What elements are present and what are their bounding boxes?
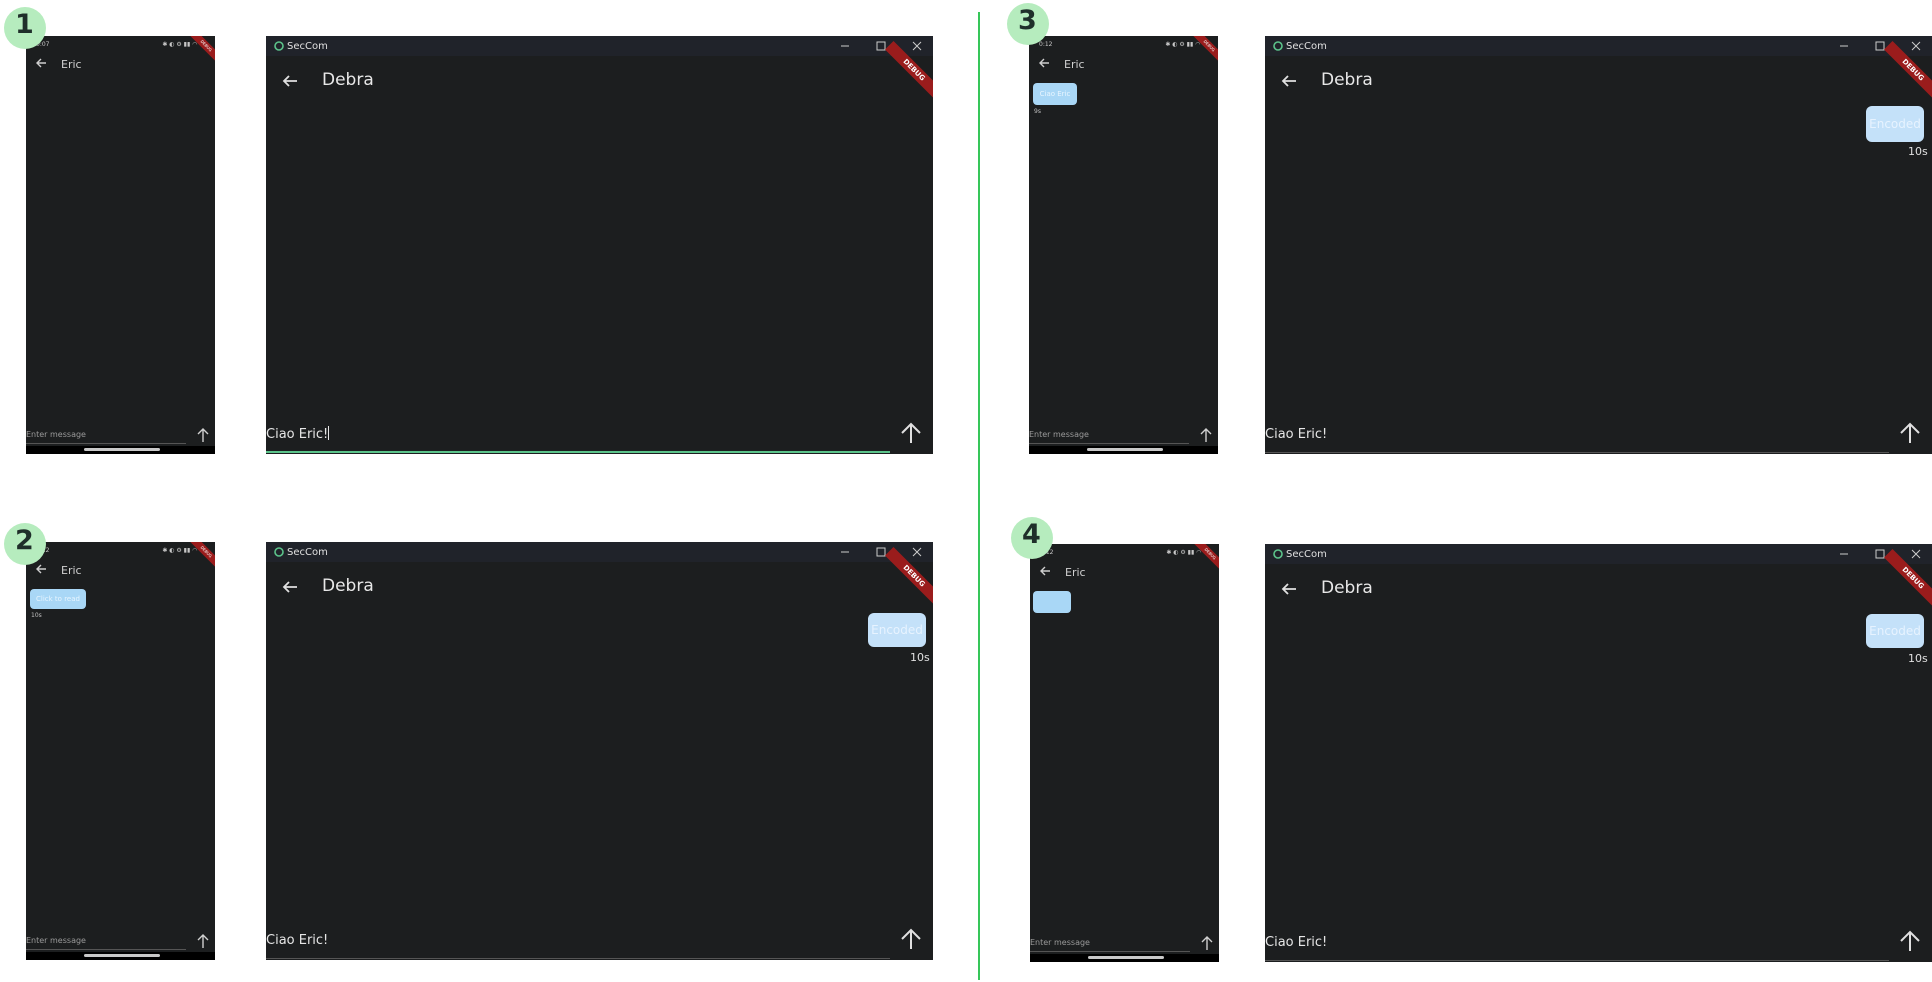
back-arrow-icon[interactable]: [280, 577, 300, 597]
desktop-window-1: SecCom Debra DEBUG Ciao Eric!: [266, 36, 933, 454]
message-input[interactable]: Ciao Eric!: [266, 426, 330, 442]
message-input[interactable]: Ciao Eric!: [1265, 935, 1327, 950]
phone-screen-4: 0:12 ✱ ◐ ⚙ ▮▮ ◠ ▭ Eric DEBUG Enter messa…: [1030, 544, 1219, 962]
input-underline: [26, 443, 186, 444]
message-timer: 9s: [1034, 108, 1041, 115]
minimize-icon[interactable]: [837, 38, 853, 54]
text-caret: [328, 426, 330, 440]
minimize-icon[interactable]: [1836, 38, 1852, 54]
desktop-window-4: SecCom Debra DEBUG Encoded 10s Ciao Eric…: [1265, 544, 1932, 962]
message-timer: 10s: [31, 612, 42, 619]
title-bar: SecCom: [1265, 544, 1932, 564]
send-arrow-icon[interactable]: [899, 421, 923, 445]
desktop-window-3: SecCom Debra DEBUG Encoded 10s Ciao Eric…: [1265, 36, 1932, 454]
contact-name: Eric: [1064, 58, 1085, 71]
home-indicator[interactable]: [84, 954, 160, 957]
back-arrow-icon[interactable]: [1279, 579, 1299, 599]
back-arrow-icon[interactable]: [1279, 71, 1299, 91]
back-arrow-icon[interactable]: [280, 71, 300, 91]
sent-message-bubble: Encoded: [1866, 106, 1924, 142]
seccom-logo-icon: [274, 41, 284, 51]
input-underline: [266, 958, 890, 959]
phone-screen-2: 0:12 ✱ ◐ ⚙ ▮▮ ◠ ▭ Eric DEBUG Click to re…: [26, 542, 215, 960]
home-indicator[interactable]: [1088, 956, 1164, 959]
app-name: SecCom: [287, 547, 328, 558]
send-arrow-icon[interactable]: [1199, 427, 1213, 443]
step-badge-4: 4: [1011, 517, 1053, 559]
message-timer: 10s: [1908, 145, 1928, 158]
received-message-bubble[interactable]: Click to read: [30, 589, 86, 609]
message-timer: 10s: [910, 651, 930, 664]
close-icon[interactable]: [1908, 38, 1924, 54]
send-arrow-icon[interactable]: [1898, 421, 1922, 445]
send-arrow-icon[interactable]: [1200, 935, 1214, 951]
contact-name: Debra: [1321, 70, 1373, 90]
send-arrow-icon[interactable]: [1898, 929, 1922, 953]
contact-name: Eric: [61, 564, 82, 577]
message-input[interactable]: Enter message: [1029, 430, 1089, 439]
message-input-text: Ciao Eric!: [266, 427, 329, 442]
title-bar: SecCom: [266, 36, 933, 56]
contact-name: Eric: [1065, 566, 1086, 579]
step-badge-1: 1: [4, 7, 46, 49]
input-underline: [1265, 452, 1889, 453]
home-indicator[interactable]: [1087, 448, 1163, 451]
back-arrow-icon[interactable]: [34, 562, 48, 576]
minimize-icon[interactable]: [1836, 546, 1852, 562]
panel-divider: [978, 12, 980, 980]
contact-name: Debra: [1321, 578, 1373, 598]
desktop-window-2: SecCom Debra DEBUG Encoded 10s Ciao Eric…: [266, 542, 933, 960]
send-arrow-icon[interactable]: [196, 427, 210, 443]
title-bar: SecCom: [266, 542, 933, 562]
sent-message-bubble: Encoded: [868, 613, 926, 647]
contact-name: Debra: [322, 70, 374, 90]
sent-message-bubble: Encoded: [1866, 614, 1924, 648]
phone-screen-3: 0:12 ✱ ◐ ⚙ ▮▮ ◠ ▭ Eric DEBUG Ciao Eric 9…: [1029, 36, 1218, 454]
message-input[interactable]: Enter message: [26, 430, 86, 439]
close-icon[interactable]: [1908, 546, 1924, 562]
input-underline: [1029, 443, 1189, 444]
home-indicator[interactable]: [84, 448, 160, 451]
message-input[interactable]: Enter message: [26, 936, 86, 945]
send-arrow-icon[interactable]: [899, 927, 923, 951]
seccom-logo-icon: [1273, 41, 1283, 51]
received-message-bubble[interactable]: Ciao Eric: [1033, 83, 1077, 105]
back-arrow-icon[interactable]: [1037, 56, 1051, 70]
close-icon[interactable]: [909, 544, 925, 560]
send-arrow-icon[interactable]: [196, 933, 210, 949]
phone-screen-1: 0:07 ✱ ◐ ⚙ ▮▮ ◠ ▭ Eric DEBUG Enter messa…: [26, 36, 215, 454]
status-time: 0:12: [1039, 41, 1053, 48]
step-badge-2: 2: [4, 523, 46, 565]
close-icon[interactable]: [909, 38, 925, 54]
app-name: SecCom: [1286, 41, 1327, 52]
seccom-logo-icon: [1273, 549, 1283, 559]
title-bar: SecCom: [1265, 36, 1932, 56]
message-input[interactable]: Enter message: [1030, 938, 1090, 947]
expired-message-bubble: [1033, 591, 1071, 613]
back-arrow-icon[interactable]: [34, 56, 48, 70]
input-underline: [26, 949, 186, 950]
message-input[interactable]: Ciao Eric!: [1265, 427, 1327, 442]
contact-name: Eric: [61, 58, 82, 71]
app-name: SecCom: [1286, 549, 1327, 560]
minimize-icon[interactable]: [837, 544, 853, 560]
back-arrow-icon[interactable]: [1038, 564, 1052, 578]
input-underline-focused: [266, 451, 890, 453]
contact-name: Debra: [322, 576, 374, 596]
message-input[interactable]: Ciao Eric!: [266, 933, 328, 948]
input-underline: [1030, 951, 1190, 952]
message-timer: 10s: [1908, 652, 1928, 665]
input-underline: [1265, 960, 1889, 961]
seccom-logo-icon: [274, 547, 284, 557]
app-name: SecCom: [287, 41, 328, 52]
step-badge-3: 3: [1007, 3, 1049, 45]
